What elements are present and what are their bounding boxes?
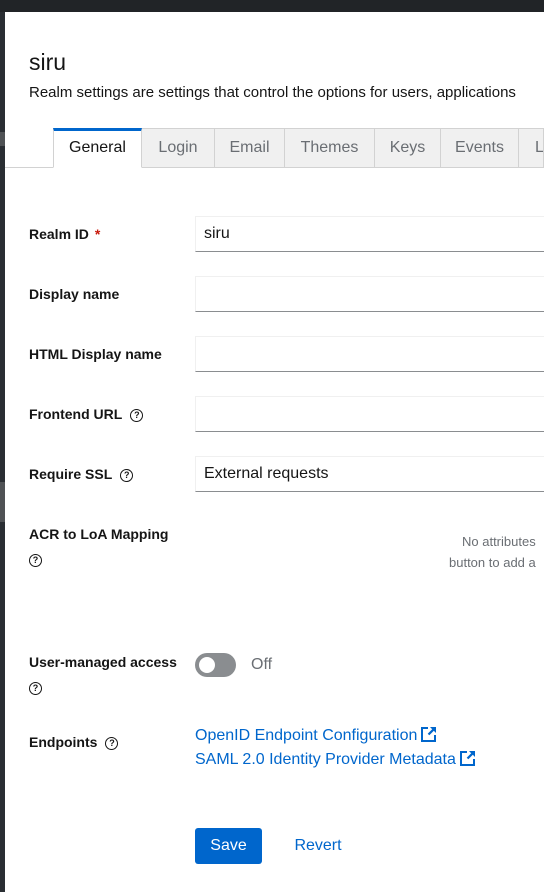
tab-email[interactable]: Email — [215, 128, 285, 168]
display-name-input[interactable] — [195, 276, 544, 312]
revert-button[interactable]: Revert — [282, 828, 354, 864]
realm-id-label-text: Realm ID — [29, 226, 89, 242]
acr-loa-empty-text: No attributes — [462, 534, 536, 549]
user-managed-access-state: Off — [251, 656, 273, 673]
user-managed-access-help: ? — [29, 678, 42, 696]
help-circle-icon[interactable]: ? — [120, 468, 134, 482]
html-display-name-input[interactable] — [195, 336, 544, 372]
saml-metadata-link-text[interactable]: SAML 2.0 Identity Provider Metadata — [195, 751, 456, 768]
tab-general[interactable]: General — [53, 128, 142, 168]
page-title: siru — [29, 49, 67, 75]
user-managed-access-switch[interactable] — [195, 653, 236, 677]
require-ssl-label: Require SSL? — [29, 465, 134, 483]
realm-id-input[interactable] — [195, 216, 544, 252]
page-description: Realm settings are settings that control… — [29, 84, 516, 101]
tab-truncated[interactable]: L — [519, 128, 544, 168]
page-header: siru Realm settings are settings that co… — [29, 48, 544, 102]
realm-settings-tabs: General Login Email Themes Keys Events L — [5, 128, 544, 168]
frontend-url-input[interactable] — [195, 396, 544, 432]
require-ssl-select[interactable]: External requests — [195, 456, 544, 492]
help-circle-icon[interactable]: ? — [29, 681, 42, 695]
html-display-name-label: HTML Display name — [29, 346, 162, 362]
help-circle-icon[interactable]: ? — [105, 736, 119, 750]
user-managed-access-label: User-managed access — [29, 654, 177, 670]
required-indicator: * — [94, 226, 101, 242]
help-circle-icon[interactable]: ? — [130, 408, 144, 422]
tab-events[interactable]: Events — [441, 128, 519, 168]
tab-keys[interactable]: Keys — [375, 128, 441, 168]
external-link-icon — [421, 727, 437, 742]
openid-endpoint-link-text[interactable]: OpenID Endpoint Configuration — [195, 727, 417, 744]
frontend-url-label-text: Frontend URL — [29, 406, 123, 422]
frontend-url-label: Frontend URL? — [29, 405, 144, 423]
external-link-icon — [459, 751, 475, 766]
sidebar-edge-item-active — [0, 482, 5, 522]
save-button[interactable]: Save — [195, 828, 262, 864]
tab-themes[interactable]: Themes — [285, 128, 375, 168]
require-ssl-label-text: Require SSL — [29, 466, 113, 482]
display-name-label: Display name — [29, 286, 120, 302]
tab-login[interactable]: Login — [142, 128, 215, 168]
help-circle-icon[interactable]: ? — [29, 553, 42, 567]
endpoints-label-text: Endpoints — [29, 734, 98, 750]
openid-endpoint-link[interactable]: OpenID Endpoint Configuration — [195, 726, 437, 746]
masthead-bar — [0, 0, 544, 12]
realm-id-label: Realm ID * — [29, 225, 100, 243]
saml-metadata-link[interactable]: SAML 2.0 Identity Provider Metadata — [195, 750, 476, 770]
acr-loa-empty-text-2: button to add a — [449, 555, 536, 570]
acr-loa-help: ? — [29, 550, 42, 568]
switch-knob — [199, 657, 215, 673]
endpoints-label: Endpoints? — [29, 733, 119, 751]
acr-loa-label: ACR to LoA Mapping — [29, 526, 169, 542]
